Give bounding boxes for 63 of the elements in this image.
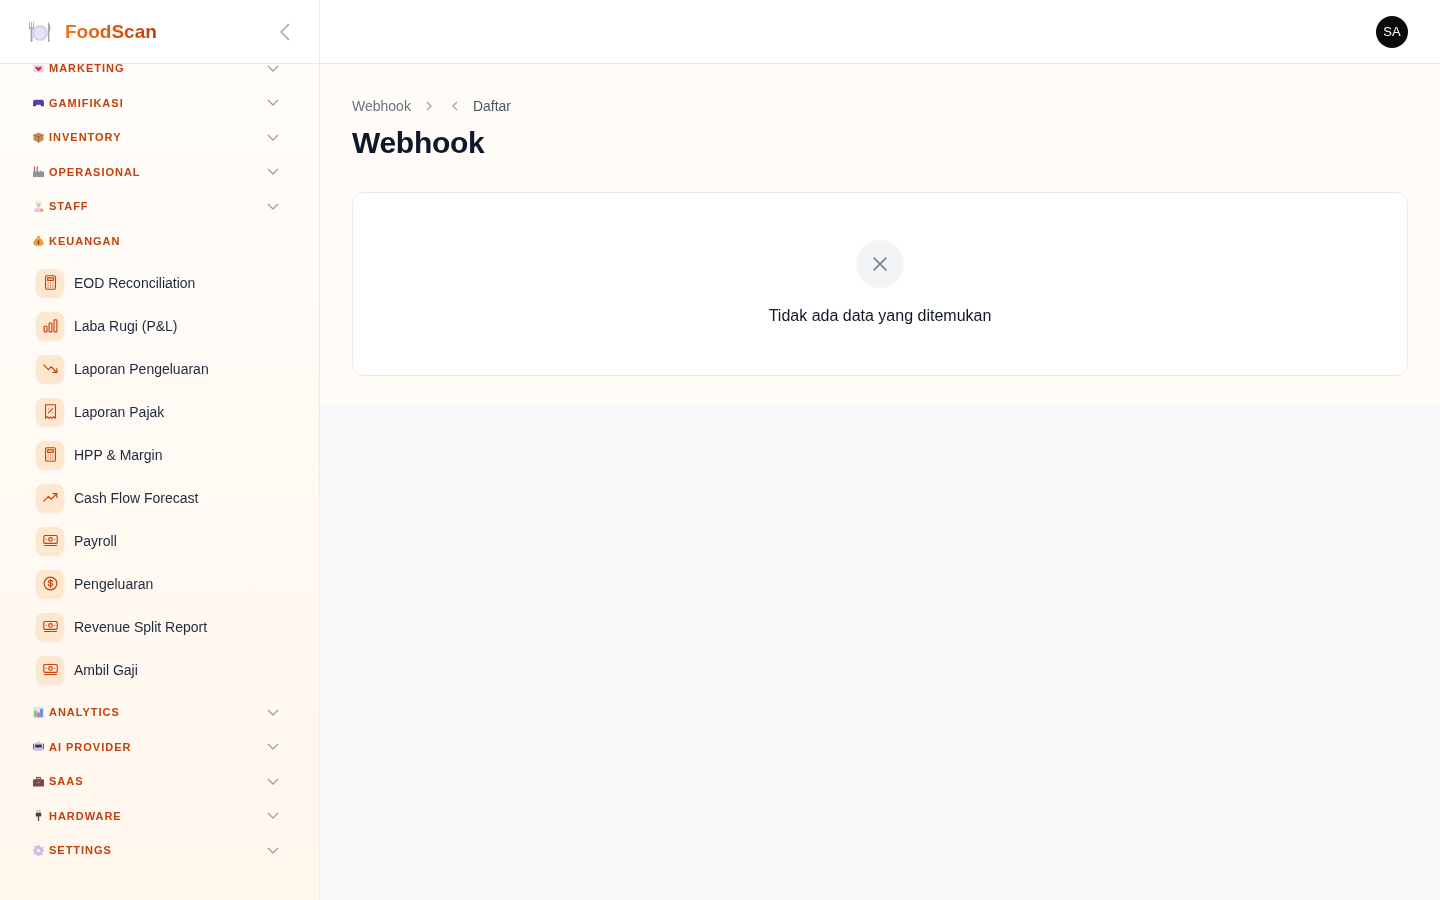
chevron-down-icon: [267, 846, 279, 854]
sidebar-section-toggle[interactable]: AI PROVIDER: [0, 729, 319, 764]
chevron-down-icon: [267, 168, 279, 176]
breadcrumb-current: Daftar: [472, 97, 512, 116]
sidebar-item[interactable]: Pengeluaran: [16, 562, 303, 605]
gamepad-icon: [33, 97, 44, 109]
chevron-down-icon: [267, 777, 279, 785]
sidebar-section-toggle[interactable]: HARDWARE: [0, 798, 319, 833]
calculator-icon: [36, 440, 64, 469]
chevron-down-icon: [267, 64, 279, 72]
calculator-icon: [36, 268, 64, 297]
sidebar-section-toggle[interactable]: MARKETING: [0, 64, 319, 86]
sidebar-section-toggle[interactable]: INVENTORY: [0, 120, 319, 155]
sidebar-section-toggle[interactable]: KEUANGAN: [0, 223, 319, 258]
receipt-percent-icon: [36, 397, 64, 426]
sidebar-section-toggle[interactable]: GAMIFIKASI: [0, 85, 319, 120]
sidebar-item[interactable]: Revenue Split Report: [16, 605, 303, 648]
chevron-down-icon: [267, 133, 279, 141]
sidebar-item[interactable]: Laba Rugi (P&L): [16, 304, 303, 347]
sidebar-item[interactable]: Cash Flow Forecast: [16, 476, 303, 519]
trending-down-icon: [36, 354, 64, 383]
gear-icon: [33, 844, 44, 856]
sidebar-item[interactable]: Laporan Pajak: [16, 390, 303, 433]
money-bag-icon: [33, 235, 44, 247]
chevron-down-icon: [267, 812, 279, 820]
box-icon: [33, 131, 44, 143]
chevron-down-icon: [267, 99, 279, 107]
briefcase-icon: [33, 775, 44, 787]
sidebar-item[interactable]: Payroll: [16, 519, 303, 562]
sidebar-item[interactable]: Ambil Gaji: [16, 648, 303, 691]
user-avatar[interactable]: SA: [1376, 15, 1408, 48]
sidebar-item[interactable]: Laporan Pengeluaran: [16, 347, 303, 390]
sidebar-item[interactable]: HPP & Margin: [16, 433, 303, 476]
chevron-down-icon: [267, 708, 279, 716]
chevron-left-icon: [451, 101, 458, 111]
envelope-heart-icon: [33, 64, 44, 74]
breadcrumb-link[interactable]: Webhook: [352, 96, 411, 116]
chevron-left-icon: [280, 22, 290, 41]
sidebar-section-toggle[interactable]: STAFF: [0, 189, 319, 224]
plate-cutlery-icon: [28, 19, 52, 44]
robot-icon: [33, 741, 44, 753]
collapse-sidebar-button[interactable]: [280, 22, 290, 41]
sidebar-section-toggle[interactable]: ANALYTICS: [0, 695, 319, 730]
factory-icon: [33, 166, 44, 178]
banknote-icon: [36, 655, 64, 684]
sidebar-section-toggle[interactable]: OPERASIONAL: [0, 154, 319, 189]
plug-icon: [33, 810, 44, 822]
sidebar-item[interactable]: EOD Reconciliation: [16, 261, 303, 304]
sidebar-section-toggle[interactable]: SAAS: [0, 764, 319, 799]
dollar-coin-icon: [36, 569, 64, 598]
chef-icon: [33, 200, 44, 212]
bar-chart-icon: [36, 311, 64, 340]
page-title: Webhook: [352, 125, 486, 161]
bar-chart-icon: [33, 706, 44, 718]
chevron-right-icon: [425, 101, 432, 111]
chevron-down-icon: [267, 202, 279, 210]
banknote-icon: [36, 612, 64, 641]
sidebar-section-toggle[interactable]: SETTINGS: [0, 833, 319, 868]
x-icon: [856, 240, 904, 288]
trending-up-icon: [36, 483, 64, 512]
empty-state-message: Tidak ada data yang ditemukan: [768, 306, 992, 326]
banknote-icon: [36, 526, 64, 555]
chevron-down-icon: [267, 743, 279, 751]
